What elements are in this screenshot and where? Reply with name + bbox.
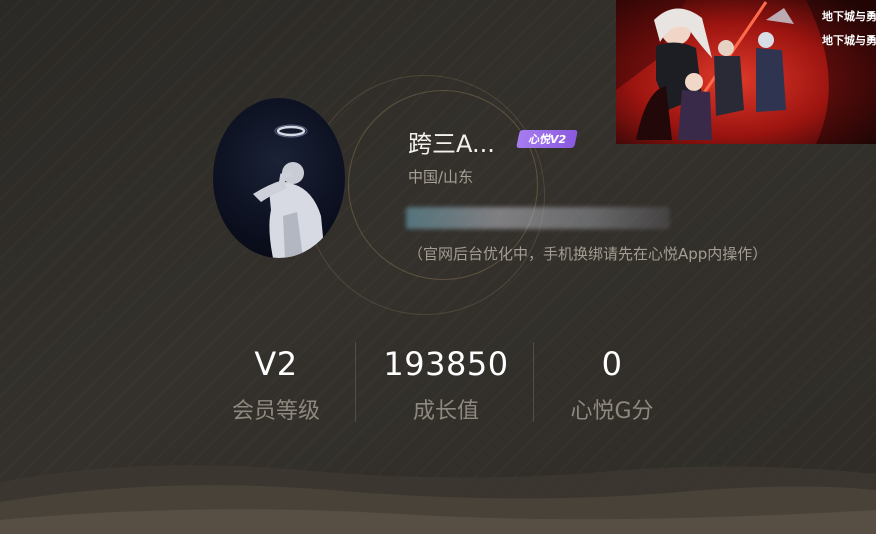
stat-label: 成长值 xyxy=(412,399,479,424)
avatar[interactable] xyxy=(213,98,345,258)
stat-value: V2 xyxy=(254,345,298,383)
game-logo-text: 地下城与勇士 xyxy=(822,33,876,47)
masked-phone-number xyxy=(406,207,670,229)
vip-badge-label: 心悦V2 xyxy=(527,133,567,146)
decorative-wave xyxy=(0,465,876,534)
avatar-image xyxy=(213,98,345,258)
vip-badge[interactable]: 心悦V2 xyxy=(516,130,578,148)
stat-label: 会员等级 xyxy=(231,399,320,424)
game-banner[interactable]: 地下城与勇士 地下城与勇士 xyxy=(616,0,876,144)
stat-label: 心悦G分 xyxy=(570,399,654,424)
stat-growth-value[interactable]: 193850 成长值 xyxy=(356,345,536,425)
phone-rebind-hint: （官网后台优化中，手机换绑请先在心悦App内操作） xyxy=(408,245,768,263)
stat-g-points[interactable]: 0 心悦G分 xyxy=(522,345,702,425)
location: 中国/山东 xyxy=(408,168,474,186)
stat-value: 193850 xyxy=(383,345,509,383)
game-logo-text: 地下城与勇士 xyxy=(822,9,876,23)
username: 跨三A... xyxy=(408,130,495,158)
stat-value: 0 xyxy=(601,345,623,383)
stat-member-level[interactable]: V2 会员等级 xyxy=(186,345,366,425)
